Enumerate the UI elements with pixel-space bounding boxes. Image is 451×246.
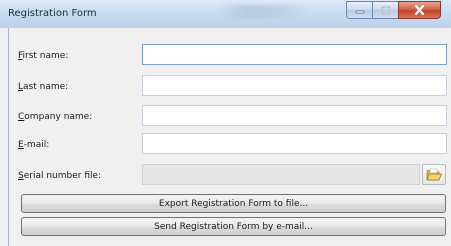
- serial-file-input: [142, 164, 420, 185]
- last-name-input[interactable]: [142, 75, 447, 96]
- export-form-button[interactable]: Export Registration Form to file...: [21, 194, 446, 213]
- last-name-label: Last name:: [18, 82, 68, 92]
- first-name-input[interactable]: [142, 44, 447, 65]
- last-name-label-text: ast name:: [23, 82, 69, 92]
- company-name-input[interactable]: [142, 105, 447, 126]
- browse-button[interactable]: [422, 164, 446, 185]
- maximize-icon: [380, 5, 391, 15]
- window-title: Registration Form: [8, 8, 97, 19]
- email-label-text: -mail:: [23, 140, 50, 150]
- window-controls: [346, 1, 441, 20]
- company-name-label-text: ompany name:: [24, 112, 93, 122]
- email-input[interactable]: [142, 133, 447, 154]
- blurred-region: [218, 5, 310, 19]
- email-label: E-mail:: [18, 140, 49, 150]
- minimize-icon: [355, 10, 364, 14]
- form-body: First name: Last name: Company name: E-m…: [8, 28, 451, 246]
- company-name-label: Company name:: [18, 112, 92, 122]
- close-icon: [414, 5, 425, 15]
- minimize-button[interactable]: [346, 1, 372, 19]
- open-folder-icon: [426, 168, 442, 180]
- send-form-email-button[interactable]: Send Registration Form by e-mail...: [21, 217, 446, 236]
- first-name-label: First name:: [18, 51, 68, 61]
- title-bar[interactable]: Registration Form: [0, 0, 451, 28]
- close-button[interactable]: [398, 1, 441, 19]
- serial-file-label-text: erial number file:: [23, 171, 102, 181]
- first-name-label-text: irst name:: [22, 51, 69, 61]
- serial-file-label: Serial number file:: [18, 171, 101, 181]
- maximize-button[interactable]: [372, 1, 398, 19]
